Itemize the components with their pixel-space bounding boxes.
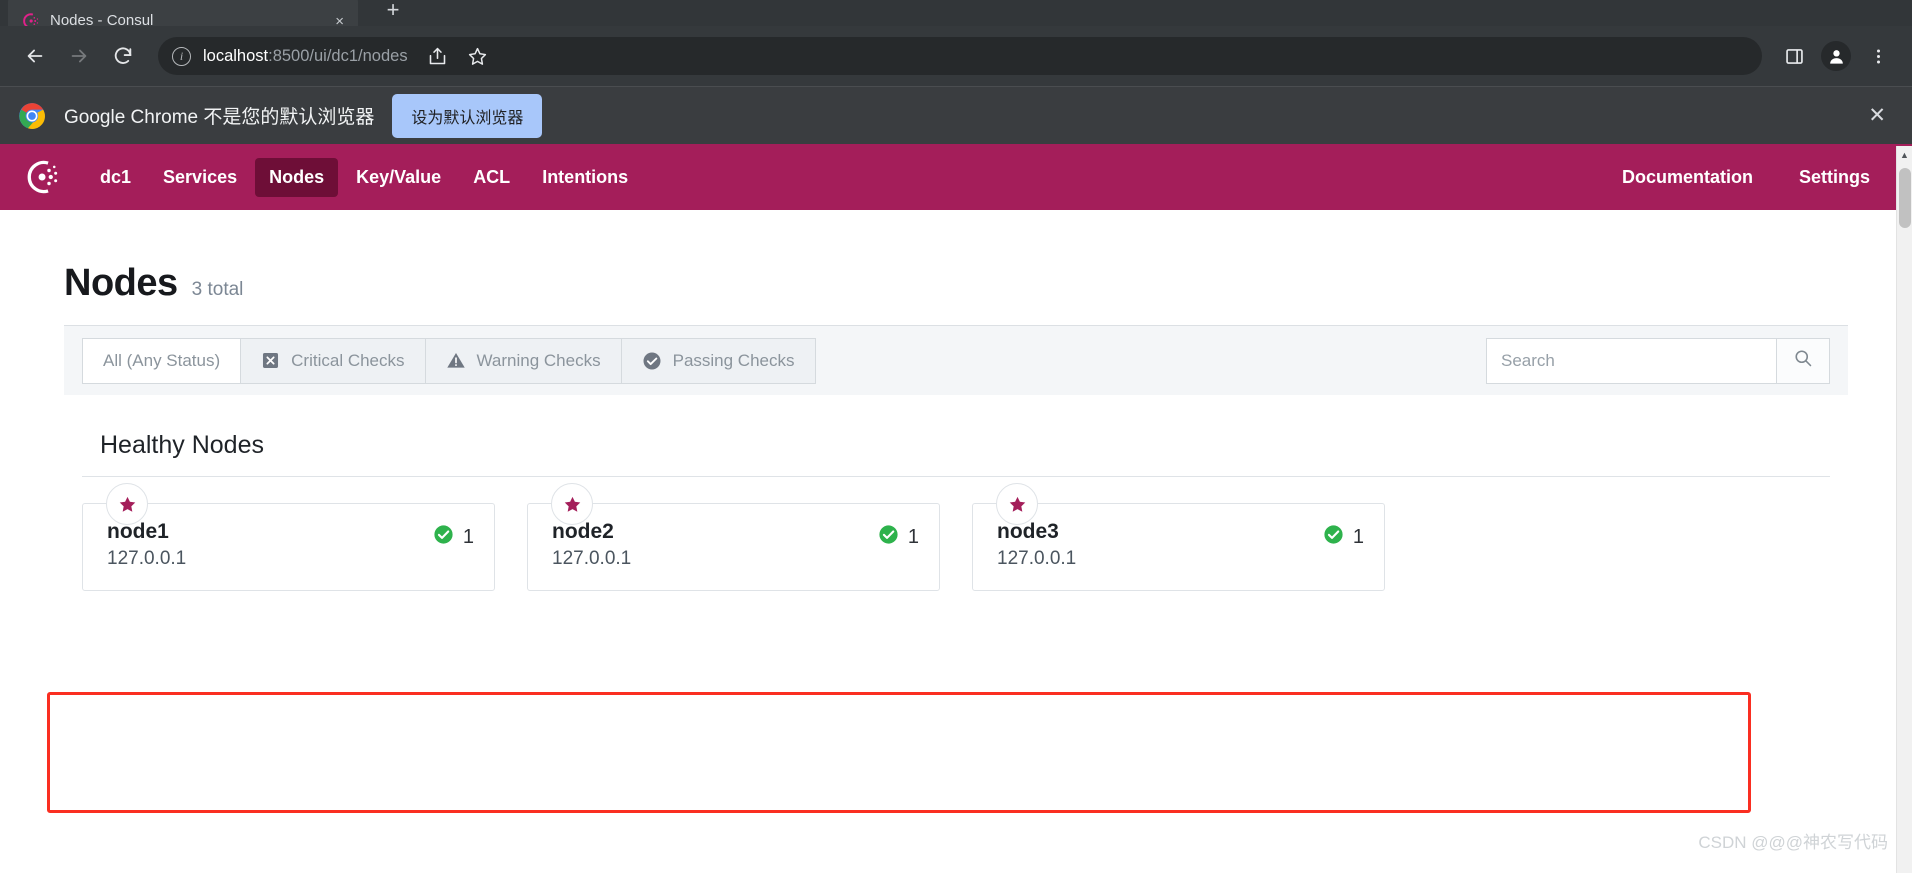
filter-warning-checks[interactable]: Warning Checks — [424, 337, 621, 384]
node-health-count: 1 — [907, 525, 919, 548]
filter-all-label: All (Any Status) — [103, 350, 221, 370]
chrome-logo-icon — [18, 102, 46, 130]
nav-item-intentions[interactable]: Intentions — [528, 158, 642, 197]
browser-tab-title: Nodes - Consul — [50, 12, 154, 26]
filter-all-any-status[interactable]: All (Any Status) — [82, 337, 241, 384]
critical-x-icon — [261, 351, 280, 370]
nav-item-nodes[interactable]: Nodes — [255, 157, 339, 197]
nav-item-documentation[interactable]: Documentation — [1608, 158, 1767, 197]
tab-close-icon[interactable]: × — [331, 14, 348, 27]
passing-check-icon — [1323, 524, 1344, 550]
watermark: CSDN @@@神农写代码 — [1698, 833, 1888, 852]
search-icon — [1793, 348, 1813, 373]
page-title: Nodes — [64, 262, 178, 304]
node-card-list: node1 127.0.0.1 1 node2 127.0.0.1 1 node… — [64, 477, 1848, 591]
page-scrollbar[interactable]: ▲ — [1896, 146, 1912, 873]
site-info-icon[interactable]: i — [172, 46, 191, 66]
node-name: node3 — [997, 520, 1059, 543]
search-group — [1486, 337, 1830, 384]
node-health-status: 1 — [433, 524, 474, 550]
side-panel-icon[interactable] — [1776, 38, 1812, 74]
nav-item-acl[interactable]: ACL — [459, 158, 524, 197]
filter-passing-checks[interactable]: Passing Checks — [620, 337, 816, 384]
address-bar[interactable]: i localhost:8500/ui/dc1/nodes — [158, 37, 1762, 75]
filter-critical-label: Critical Checks — [291, 350, 405, 370]
reload-button[interactable] — [104, 37, 142, 75]
set-default-browser-button[interactable]: 设为默认浏览器 — [392, 93, 543, 138]
node-card[interactable]: node2 127.0.0.1 1 — [527, 483, 940, 591]
passing-check-icon — [433, 524, 454, 550]
nav-item-key-value[interactable]: Key/Value — [342, 158, 455, 197]
node-health-count: 1 — [1352, 525, 1364, 548]
passing-check-icon — [642, 351, 662, 371]
node-address: 127.0.0.1 — [997, 548, 1077, 569]
profile-avatar[interactable] — [1821, 41, 1851, 71]
nav-item-settings[interactable]: Settings — [1785, 158, 1884, 197]
back-button[interactable] — [16, 37, 54, 75]
passing-check-icon — [878, 524, 899, 550]
browser-toolbar: i localhost:8500/ui/dc1/nodes — [0, 26, 1912, 86]
omnibox-actions — [420, 38, 496, 74]
node-card[interactable]: node3 127.0.0.1 1 — [972, 483, 1385, 591]
consul-nav-items: dc1 Services Nodes Key/Value ACL Intenti… — [86, 157, 642, 197]
share-icon[interactable] — [420, 38, 456, 74]
forward-button[interactable] — [60, 37, 98, 75]
healthy-nodes-highlight-box — [47, 692, 1751, 813]
star-icon — [551, 483, 593, 525]
filter-warning-label: Warning Checks — [476, 350, 601, 370]
scroll-up-arrow-icon[interactable]: ▲ — [1897, 146, 1912, 163]
warning-triangle-icon — [446, 351, 466, 370]
three-dot-menu-icon[interactable] — [1860, 38, 1896, 74]
search-button[interactable] — [1776, 337, 1830, 384]
url-host: localhost — [203, 46, 269, 65]
node-name: node1 — [107, 520, 169, 543]
infobar-message: Google Chrome 不是您的默认浏览器 — [64, 107, 375, 128]
node-address: 127.0.0.1 — [552, 548, 632, 569]
node-name: node2 — [552, 520, 614, 543]
browser-window: Nodes - Consul × + i localhost:8500/ui/d… — [0, 0, 1912, 873]
filter-critical-checks[interactable]: Critical Checks — [240, 337, 425, 384]
url-path: :8500/ui/dc1/nodes — [268, 46, 408, 65]
page-content: Nodes 3 total All (Any Status) Critical … — [0, 210, 1912, 865]
star-icon — [996, 483, 1038, 525]
scrollbar-thumb[interactable] — [1899, 168, 1911, 228]
new-tab-button[interactable]: + — [375, 0, 411, 26]
bookmark-star-icon[interactable] — [460, 38, 496, 74]
nodes-total-count: 3 total — [191, 279, 244, 300]
consul-logo-icon[interactable] — [24, 158, 62, 196]
node-health-count: 1 — [462, 525, 474, 548]
node-card[interactable]: node1 127.0.0.1 1 — [82, 483, 495, 591]
healthy-nodes-title: Healthy Nodes — [82, 417, 1830, 477]
address-bar-url: localhost:8500/ui/dc1/nodes — [203, 47, 408, 66]
consul-favicon-icon — [22, 12, 40, 26]
filter-passing-label: Passing Checks — [672, 350, 795, 370]
infobar-close-icon[interactable]: ✕ — [1860, 105, 1894, 126]
node-health-status: 1 — [878, 524, 919, 550]
star-icon — [106, 483, 148, 525]
node-address: 127.0.0.1 — [107, 548, 187, 569]
status-filter-group: All (Any Status) Critical Checks Warning… — [82, 337, 816, 384]
page-inner: Nodes 3 total All (Any Status) Critical … — [0, 210, 1912, 591]
consul-navbar: dc1 Services Nodes Key/Value ACL Intenti… — [0, 144, 1912, 210]
browser-tab[interactable]: Nodes - Consul × — [8, 0, 358, 26]
filter-bar: All (Any Status) Critical Checks Warning… — [64, 325, 1848, 395]
healthy-nodes-panel: Healthy Nodes node1 127.0.0.1 1 node2 12… — [64, 417, 1848, 591]
nav-item-services[interactable]: Services — [149, 158, 251, 197]
node-health-status: 1 — [1323, 524, 1364, 550]
nav-item-dc1[interactable]: dc1 — [86, 158, 145, 197]
tab-strip: Nodes - Consul × + — [0, 0, 1912, 26]
default-browser-infobar: Google Chrome 不是您的默认浏览器 设为默认浏览器 ✕ — [0, 86, 1912, 144]
consul-nav-right: Documentation Settings — [1608, 158, 1884, 197]
page-header: Nodes 3 total — [64, 210, 1848, 305]
search-input[interactable] — [1486, 337, 1776, 384]
